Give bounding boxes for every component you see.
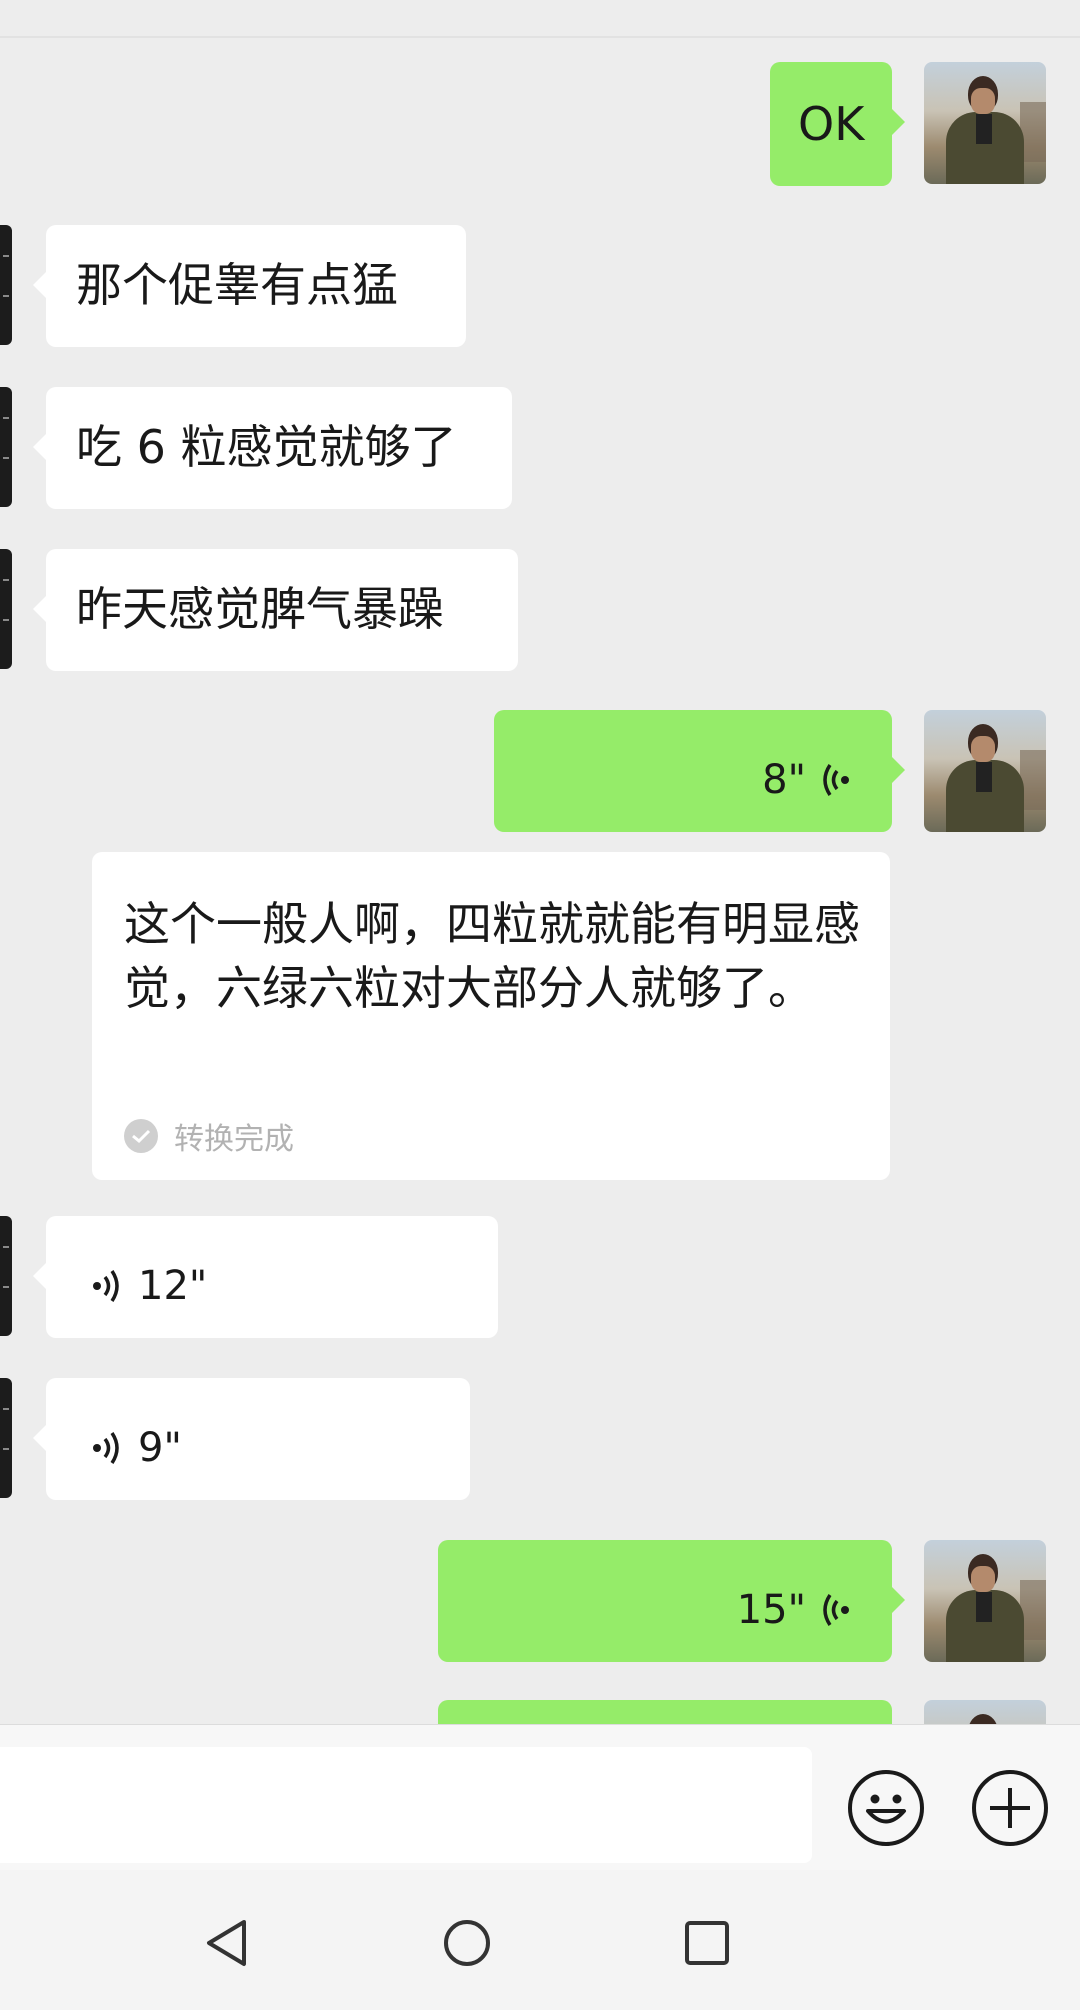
self-avatar[interactable] <box>924 62 1046 184</box>
contact-avatar[interactable] <box>0 1378 12 1498</box>
nav-recents-icon[interactable] <box>684 1920 730 1966</box>
contact-avatar[interactable] <box>0 225 12 345</box>
plus-circle-icon <box>990 1788 1030 1828</box>
incoming-voice-bubble[interactable]: 12" <box>33 1216 498 1338</box>
incoming-text-bubble[interactable]: 昨天感觉脾气暴躁 <box>33 549 518 671</box>
outgoing-text-bubble[interactable]: OK <box>770 62 905 186</box>
emoji-icon <box>866 1794 906 1824</box>
incoming-text-bubble[interactable]: 吃 6 粒感觉就够了 <box>33 387 512 509</box>
voice-wave-icon <box>93 1270 119 1302</box>
voice-duration: 12" <box>138 1263 208 1309</box>
nav-back-icon[interactable] <box>204 1918 250 1968</box>
chat-scroll-area[interactable]: OK 那个促睾有点猛 吃 6 粒感觉就够了 昨天感觉脾气暴躁 8" 这个一般人啊… <box>0 0 1080 1724</box>
self-avatar[interactable] <box>924 1700 1046 1724</box>
outgoing-bubble-partial[interactable] <box>438 1700 892 1724</box>
voice-wave-icon <box>93 1432 119 1464</box>
message-input[interactable] <box>0 1747 812 1863</box>
incoming-text-bubble[interactable]: 那个促睾有点猛 <box>33 225 466 347</box>
message-text: OK <box>798 97 865 151</box>
self-avatar[interactable] <box>924 710 1046 832</box>
self-avatar[interactable] <box>924 1540 1046 1662</box>
input-bar <box>0 1724 1080 1871</box>
voice-wave-icon <box>823 1594 849 1626</box>
voice-duration: 15" <box>736 1587 806 1633</box>
contact-avatar[interactable] <box>0 387 12 507</box>
contact-avatar[interactable] <box>0 549 12 669</box>
transcript-status-label: 转换完成 <box>174 1122 294 1157</box>
message-text: 吃 6 粒感觉就够了 <box>76 420 457 474</box>
voice-duration: 9" <box>138 1425 182 1471</box>
incoming-voice-bubble[interactable]: 9" <box>33 1378 470 1500</box>
transcript-status: 转换完成 <box>124 1114 294 1158</box>
voice-duration: 8" <box>762 757 806 803</box>
emoji-button[interactable] <box>848 1770 924 1846</box>
message-text: 昨天感觉脾气暴躁 <box>76 582 444 636</box>
system-nav-bar <box>0 1870 1080 2010</box>
voice-transcript-card[interactable]: 这个一般人啊，四粒就就能有明显感觉，六绿六粒对大部分人就够了。 转换完成 <box>92 852 890 1180</box>
message-text: 那个促睾有点猛 <box>76 258 398 312</box>
transcript-text: 这个一般人啊，四粒就就能有明显感觉，六绿六粒对大部分人就够了。 <box>124 897 860 1015</box>
check-icon <box>124 1119 158 1153</box>
outgoing-voice-bubble[interactable]: 15" <box>438 1540 905 1662</box>
nav-home-icon[interactable] <box>442 1918 492 1968</box>
voice-wave-icon <box>823 764 849 796</box>
more-button[interactable] <box>972 1770 1048 1846</box>
outgoing-voice-bubble[interactable]: 8" <box>494 710 905 832</box>
contact-avatar[interactable] <box>0 1216 12 1336</box>
